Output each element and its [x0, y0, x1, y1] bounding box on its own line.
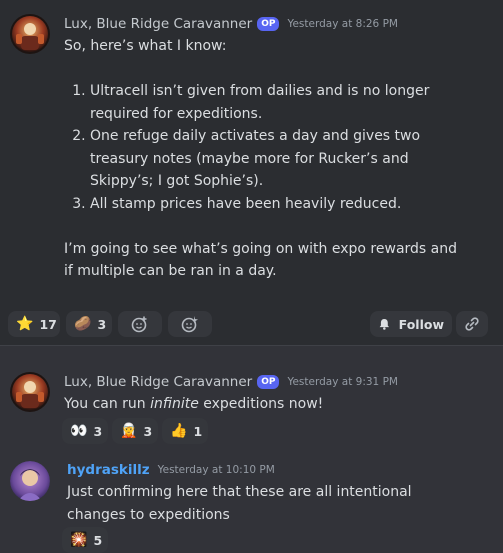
- message-text: Just confirming here that these are all …: [67, 484, 412, 523]
- author-name[interactable]: Lux, Blue Ridge Caravanner: [64, 16, 252, 32]
- list-item: Ultracell isn’t given from dailies and i…: [90, 80, 464, 125]
- message-reply-2: hydraskillz Yesterday at 10:10 PM Just c…: [0, 448, 503, 553]
- author-avatar[interactable]: [10, 372, 50, 412]
- follow-label: Follow: [398, 316, 444, 332]
- original-post: Lux, Blue Ridge Caravanner OP Yesterday …: [0, 0, 503, 345]
- post-list: Ultracell isn’t given from dailies and i…: [64, 80, 464, 215]
- author-avatar[interactable]: [10, 461, 50, 501]
- timestamp[interactable]: Yesterday at 8:26 PM: [287, 18, 398, 30]
- author-name[interactable]: Lux, Blue Ridge Caravanner: [64, 374, 252, 390]
- reaction-thumbs-up[interactable]: 👍 1: [162, 418, 208, 444]
- reaction-count: 1: [193, 423, 203, 439]
- timestamp[interactable]: Yesterday at 9:31 PM: [287, 376, 398, 388]
- post-outro: I’m going to see what’s going on with ex…: [64, 240, 457, 280]
- eyes-emoji-icon: 👀: [70, 423, 88, 439]
- sparkler-emoji-icon: 🎇: [70, 532, 88, 548]
- bell-icon: [379, 319, 390, 330]
- link-icon: [465, 317, 479, 331]
- op-badge: OP: [257, 375, 280, 389]
- reaction-count: 5: [93, 532, 103, 548]
- text-segment: expeditions now!: [198, 396, 324, 412]
- post-body: So, here’s what I know: Ultracell isn’t …: [64, 35, 464, 283]
- post-intro: So, here’s what I know:: [64, 38, 227, 54]
- list-item: One refuge daily activates a day and giv…: [90, 125, 464, 193]
- text-emphasis: infinite: [150, 396, 199, 412]
- reaction-custom[interactable]: 🥔 3: [66, 311, 112, 337]
- add-reaction-icon: [131, 316, 147, 333]
- copy-link-button[interactable]: [456, 311, 488, 337]
- op-badge: OP: [257, 17, 280, 31]
- reaction-count: 3: [97, 316, 107, 332]
- super-reaction-icon: [181, 316, 198, 333]
- reaction-eyes[interactable]: 👀 3: [62, 418, 108, 444]
- timestamp[interactable]: Yesterday at 10:10 PM: [158, 464, 275, 476]
- potato-emoji-icon: 🥔: [74, 316, 92, 332]
- reaction-count: 3: [93, 423, 103, 439]
- add-super-reaction-button[interactable]: [168, 311, 212, 337]
- reaction-count: 3: [143, 423, 153, 439]
- list-item: All stamp prices have been heavily reduc…: [90, 193, 464, 216]
- star-emoji-icon: ⭐: [16, 316, 34, 332]
- thumbs-up-emoji-icon: 👍: [170, 423, 188, 439]
- author-name[interactable]: hydraskillz: [67, 462, 150, 478]
- author-avatar[interactable]: [10, 14, 50, 54]
- reaction-star[interactable]: ⭐ 17: [8, 311, 60, 337]
- reaction-custom[interactable]: 🧝 3: [112, 418, 158, 444]
- custom-emoji-icon: 🧝: [120, 423, 138, 439]
- message-text: You can run infinite expeditions now!: [64, 393, 484, 416]
- follow-button[interactable]: Follow: [370, 311, 452, 337]
- text-segment: You can run: [64, 396, 151, 412]
- add-reaction-button[interactable]: [118, 311, 162, 337]
- message-reply-1: Lux, Blue Ridge Caravanner OP Yesterday …: [0, 360, 503, 448]
- reaction-count: 17: [39, 316, 57, 332]
- divider: [0, 345, 503, 346]
- reaction-custom[interactable]: 🎇 5: [62, 527, 108, 553]
